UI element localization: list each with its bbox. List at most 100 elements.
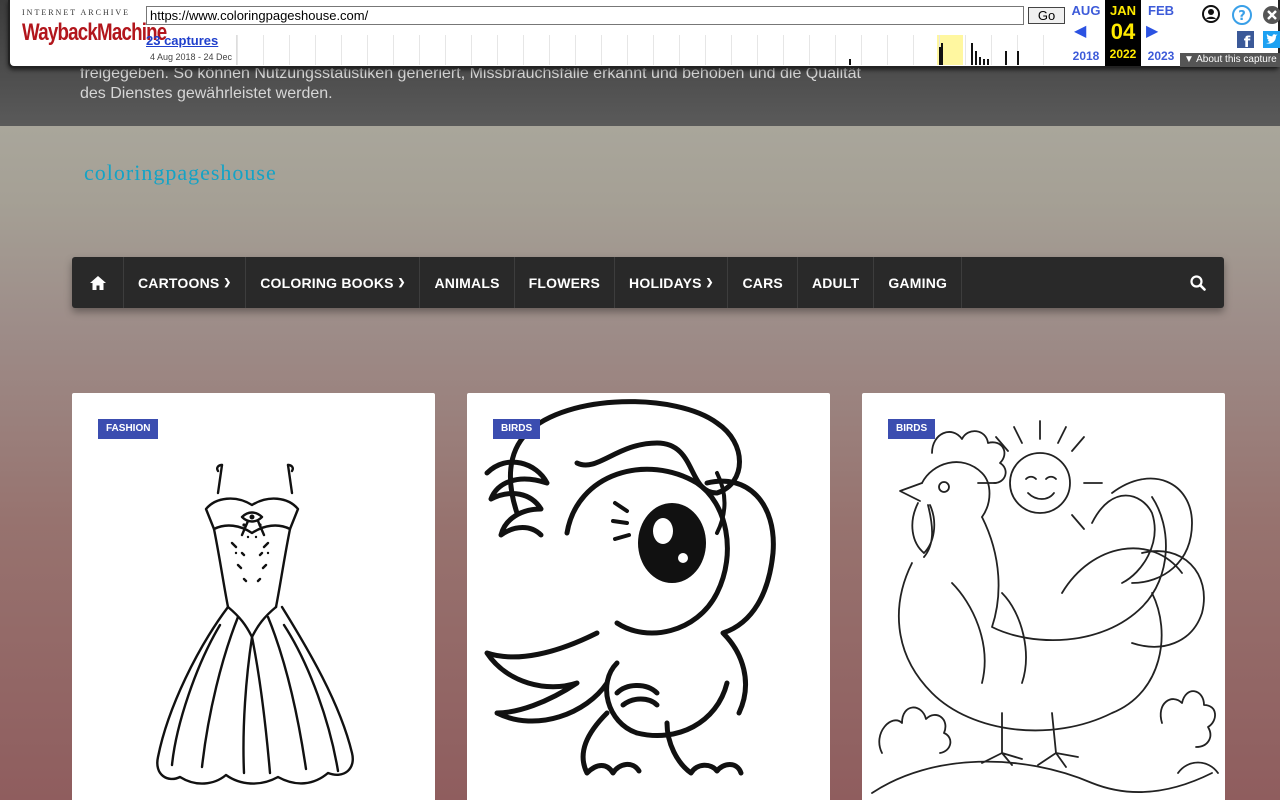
- sparkline-year-column[interactable]: [393, 35, 419, 65]
- wayback-toolbar: INTERNET ARCHIVE WaybackMachine https://…: [8, 0, 1280, 68]
- category-badge[interactable]: BIRDS: [888, 419, 936, 439]
- sparkline-year-column[interactable]: [991, 35, 1017, 65]
- parrot-coloring-image[interactable]: [467, 393, 830, 800]
- nav-item-coloring-books[interactable]: COLORING BOOKS ❯: [246, 257, 421, 308]
- chevron-down-icon: ❯: [223, 277, 232, 287]
- sparkline-capture-tick: [1017, 51, 1019, 65]
- sparkline-year-column[interactable]: [1017, 35, 1043, 65]
- rooster-coloring-image[interactable]: [862, 393, 1225, 800]
- nav-home-button[interactable]: [72, 257, 124, 308]
- current-day: 04: [1110, 19, 1136, 44]
- sparkline-year-column[interactable]: [419, 35, 445, 65]
- dress-coloring-image[interactable]: [72, 393, 435, 800]
- wayback-url-input[interactable]: https://www.coloringpageshouse.com/: [146, 6, 1024, 25]
- svg-text:f: f: [1244, 33, 1251, 48]
- next-year-link[interactable]: 2023: [1143, 49, 1179, 63]
- prev-year-link[interactable]: 2018: [1068, 49, 1104, 63]
- current-capture-date: JAN 04 2022: [1105, 0, 1141, 66]
- wayback-logo[interactable]: INTERNET ARCHIVE WaybackMachine: [22, 8, 167, 56]
- next-month-link[interactable]: FEB: [1143, 3, 1179, 18]
- sparkline-year-column[interactable]: [341, 35, 367, 65]
- sparkline-year-column[interactable]: [705, 35, 731, 65]
- wayback-sparkline[interactable]: [236, 35, 1066, 65]
- home-icon: [89, 275, 106, 290]
- nav-item-cars[interactable]: CARS: [728, 257, 798, 308]
- sparkline-capture-tick: [849, 59, 851, 65]
- sparkline-year-column[interactable]: [1043, 35, 1066, 65]
- svg-text:?: ?: [1238, 9, 1246, 24]
- nav-item-gaming[interactable]: GAMING: [874, 257, 963, 308]
- nav-item-label: GAMING: [888, 274, 948, 291]
- wayback-logo-main: WaybackMachine: [22, 19, 167, 46]
- about-this-capture-button[interactable]: ▼ About this capture: [1180, 53, 1280, 67]
- twitter-icon[interactable]: [1263, 31, 1280, 53]
- sparkline-year-column[interactable]: [549, 35, 575, 65]
- sparkline-year-column[interactable]: [757, 35, 783, 65]
- post-card-parrot[interactable]: BIRDS: [467, 393, 830, 800]
- sparkline-year-column[interactable]: [887, 35, 913, 65]
- cookie-notice-line-2: des Dienstes gewährleistet werden.: [80, 85, 333, 102]
- help-icon[interactable]: ?: [1232, 5, 1252, 30]
- sparkline-capture-tick: [975, 51, 977, 65]
- prev-capture-arrow-icon[interactable]: ◀: [1074, 21, 1086, 41]
- nav-item-label: CARS: [742, 274, 783, 291]
- post-card-rooster[interactable]: BIRDS: [862, 393, 1225, 800]
- nav-item-label: FLOWERS: [528, 274, 601, 291]
- chevron-down-icon: ▼: [1184, 54, 1194, 65]
- nav-item-label: HOLIDAYS: [629, 274, 702, 291]
- sparkline-year-column[interactable]: [601, 35, 627, 65]
- post-card-dress[interactable]: FASHION: [72, 393, 435, 800]
- prev-month-link[interactable]: AUG: [1068, 3, 1104, 18]
- sparkline-year-column[interactable]: [237, 35, 263, 65]
- sparkline-capture-tick: [971, 43, 973, 65]
- sparkline-year-column[interactable]: [861, 35, 887, 65]
- sparkline-year-column[interactable]: [679, 35, 705, 65]
- sparkline-year-column[interactable]: [445, 35, 471, 65]
- sparkline-year-column[interactable]: [653, 35, 679, 65]
- sparkline-year-column[interactable]: [497, 35, 523, 65]
- sparkline-year-column[interactable]: [783, 35, 809, 65]
- facebook-icon[interactable]: f: [1237, 31, 1254, 53]
- nav-item-holidays[interactable]: HOLIDAYS ❯: [615, 257, 729, 308]
- nav-item-label: COLORING BOOKS: [260, 274, 394, 291]
- sparkline-year-column[interactable]: [367, 35, 393, 65]
- sparkline-capture-tick: [1005, 51, 1007, 65]
- sparkline-year-column[interactable]: [913, 35, 939, 65]
- nav-item-label: CARTOONS: [138, 274, 220, 291]
- user-icon[interactable]: [1202, 5, 1220, 28]
- sparkline-capture-tick: [987, 59, 989, 65]
- main-navigation: CARTOONS ❯ COLORING BOOKS ❯ ANIMALS FLOWER…: [72, 257, 1224, 308]
- next-capture-arrow-icon[interactable]: ▶: [1146, 21, 1158, 41]
- sparkline-year-column[interactable]: [627, 35, 653, 65]
- sparkline-year-column[interactable]: [835, 35, 861, 65]
- sparkline-year-column[interactable]: [731, 35, 757, 65]
- sparkline-capture-tick: [979, 57, 981, 65]
- sparkline-year-column[interactable]: [289, 35, 315, 65]
- category-badge[interactable]: BIRDS: [493, 419, 541, 439]
- sparkline-year-column[interactable]: [263, 35, 289, 65]
- sparkline-capture-tick: [983, 59, 985, 65]
- nav-item-cartoons[interactable]: CARTOONS ❯: [124, 257, 247, 308]
- sparkline-capture-tick: [941, 43, 943, 65]
- nav-search-button[interactable]: [1172, 257, 1224, 308]
- current-year: 2022: [1109, 47, 1137, 61]
- sparkline-year-column[interactable]: [315, 35, 341, 65]
- sparkline-year-column[interactable]: [809, 35, 835, 65]
- wayback-go-button[interactable]: Go: [1028, 7, 1065, 24]
- site-logo[interactable]: coloringpageshouse: [84, 160, 277, 186]
- nav-item-flowers[interactable]: FLOWERS: [515, 257, 616, 308]
- sparkline-year-column[interactable]: [523, 35, 549, 65]
- close-icon[interactable]: [1262, 5, 1280, 30]
- chevron-down-icon: ❯: [705, 277, 714, 287]
- sparkline-year-column[interactable]: [575, 35, 601, 65]
- about-this-capture-label: About this capture: [1196, 54, 1277, 65]
- cookie-notice-text: freigegeben. So können Nutzungsstatistik…: [80, 64, 920, 104]
- nav-item-label: ADULT: [811, 274, 860, 291]
- nav-item-label: ANIMALS: [434, 274, 500, 291]
- current-month: JAN: [1109, 3, 1136, 18]
- nav-item-animals[interactable]: ANIMALS: [420, 257, 515, 308]
- wayback-captures-link[interactable]: 23 captures: [146, 33, 218, 48]
- category-badge[interactable]: FASHION: [98, 419, 159, 439]
- nav-item-adult[interactable]: ADULT: [798, 257, 875, 308]
- sparkline-year-column[interactable]: [471, 35, 497, 65]
